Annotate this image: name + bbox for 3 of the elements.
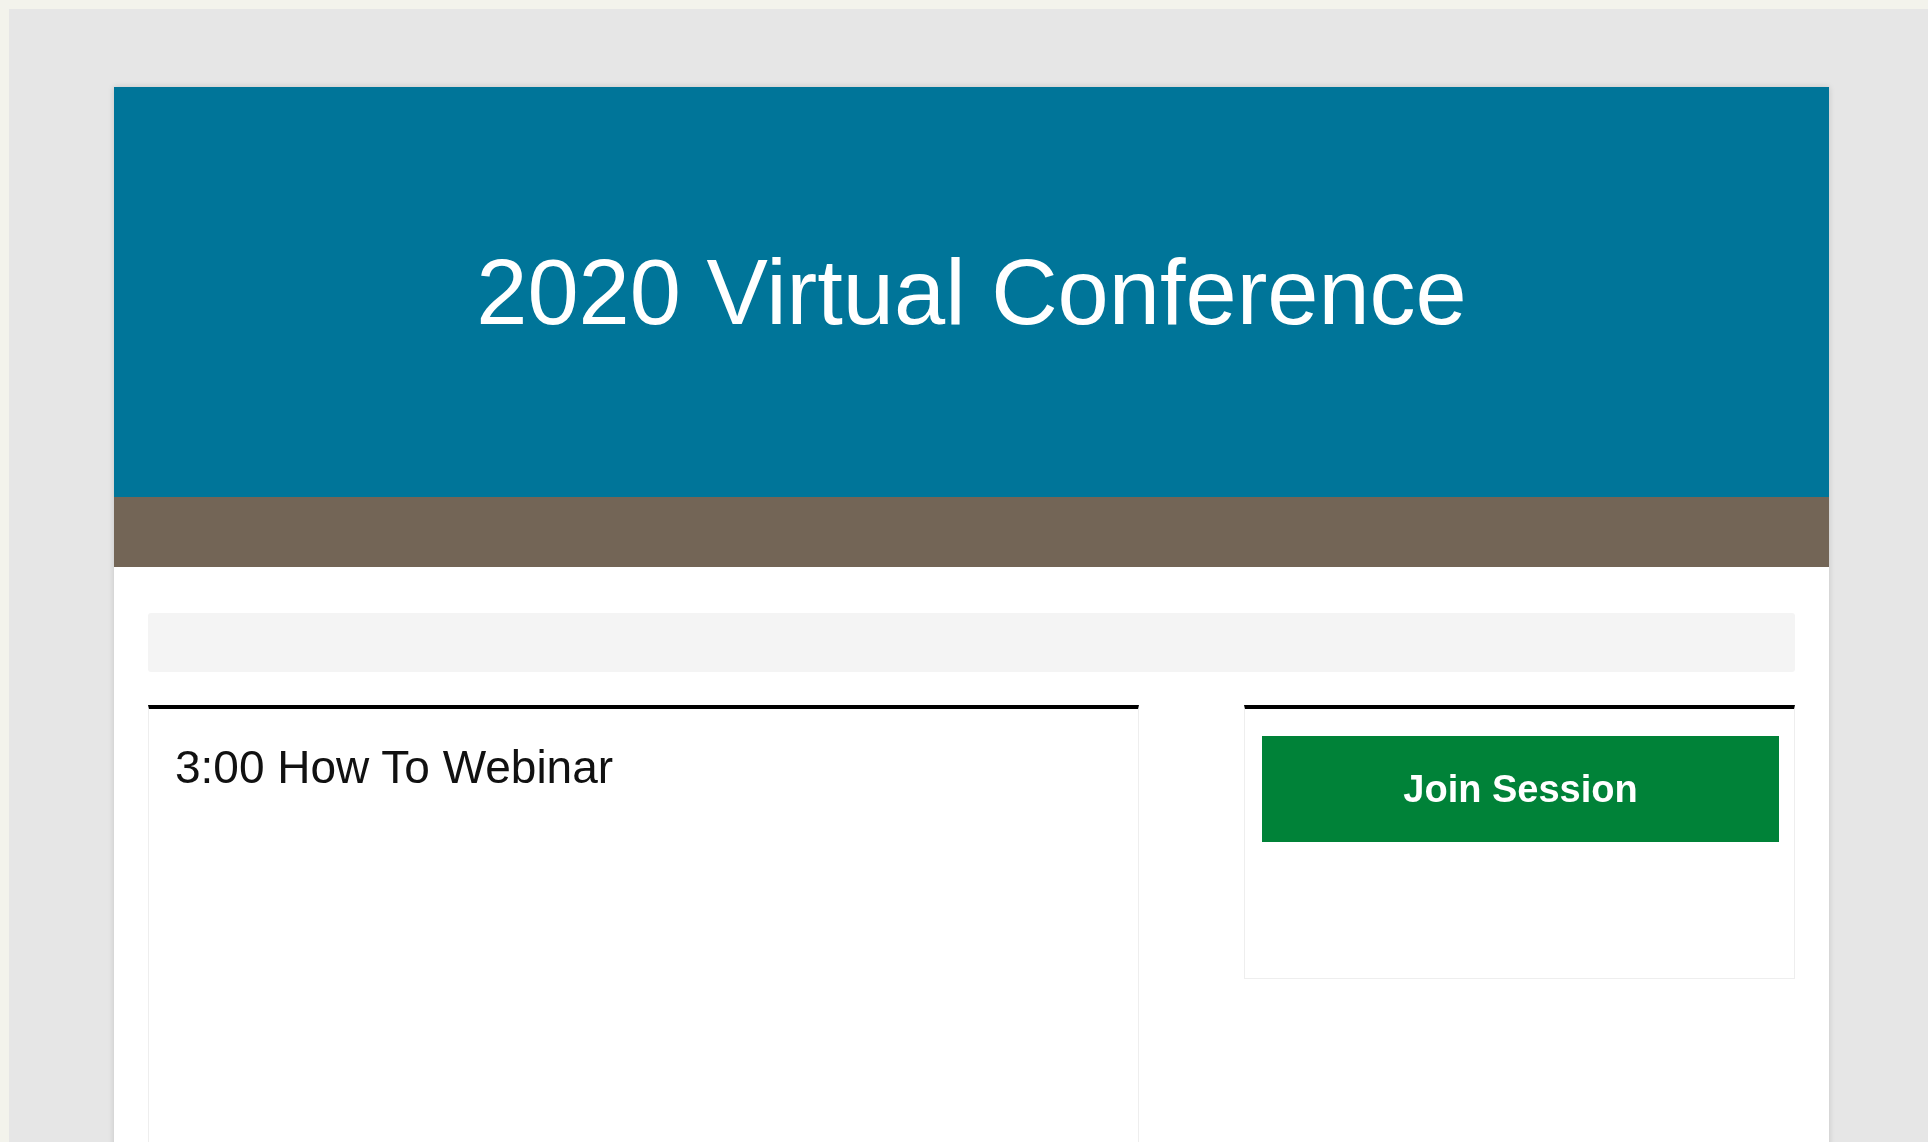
- conference-title: 2020 Virtual Conference: [476, 246, 1467, 338]
- join-session-button[interactable]: Join Session: [1262, 736, 1779, 842]
- session-title: 3:00 How To Webinar: [175, 740, 615, 795]
